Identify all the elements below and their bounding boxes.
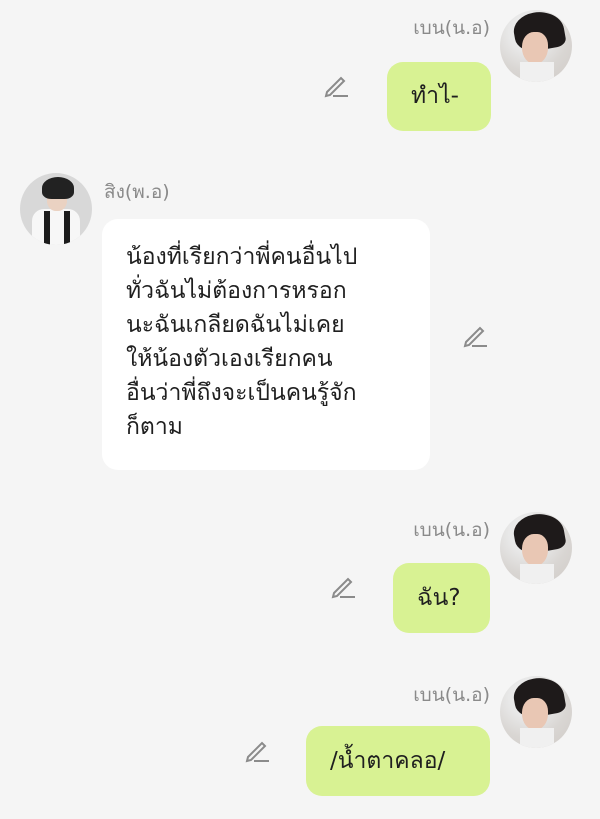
message-text: น้องที่เรียกว่าพี่คนอื่นไป ทั่วฉันไม่ต้อ… <box>126 244 358 440</box>
message-text: ทำไ- <box>411 83 459 109</box>
avatar[interactable] <box>20 173 92 245</box>
message-bubble: ทำไ- <box>387 62 491 131</box>
message-text: /น้ำตาคลอ/ <box>330 748 446 774</box>
avatar[interactable] <box>500 10 572 82</box>
avatar[interactable] <box>500 676 572 748</box>
sender-name: เบน(น.อ) <box>413 519 490 541</box>
sender-name: สิง(พ.อ) <box>104 181 170 203</box>
pencil-icon[interactable] <box>329 572 357 600</box>
chat-screen: { "messages": [ {"sender": "เบน(น.อ)", "… <box>0 0 600 819</box>
message-bubble: /น้ำตาคลอ/ <box>306 726 490 796</box>
pencil-icon[interactable] <box>461 321 489 349</box>
pencil-icon[interactable] <box>322 71 350 99</box>
message-row: สิง(พ.อ) น้องที่เรียกว่าพี่คนอื่นไป ทั่ว… <box>0 150 600 490</box>
pencil-icon[interactable] <box>243 736 271 764</box>
sender-name: เบน(น.อ) <box>413 684 490 706</box>
message-bubble: ฉัน? <box>393 563 490 633</box>
message-row: เบน(น.อ) ฉัน? <box>0 500 600 650</box>
message-bubble: น้องที่เรียกว่าพี่คนอื่นไป ทั่วฉันไม่ต้อ… <box>102 219 430 470</box>
sender-name: เบน(น.อ) <box>413 17 490 39</box>
message-row: เบน(น.อ) /น้ำตาคลอ/ <box>0 665 600 819</box>
avatar[interactable] <box>500 512 572 584</box>
message-row: เบน(น.อ) ทำไ- <box>0 0 600 150</box>
message-text: ฉัน? <box>417 585 461 611</box>
